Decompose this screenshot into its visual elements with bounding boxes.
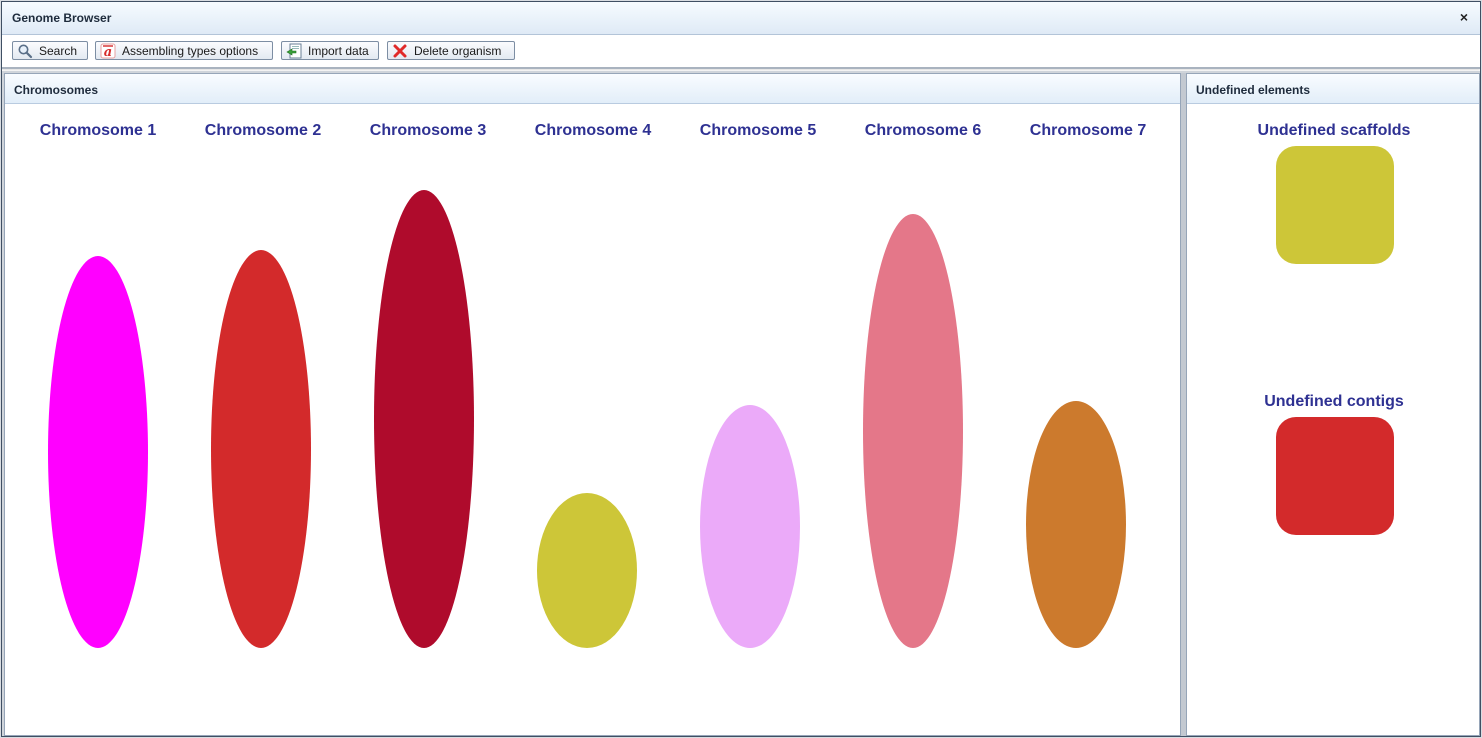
magnifier-icon bbox=[17, 43, 33, 59]
content-area: Chromosomes Chromosome 1 Chromosome 2 Ch… bbox=[2, 71, 1480, 736]
chromosome-1-shape[interactable] bbox=[48, 256, 148, 648]
assembling-types-options-label: Assembling types options bbox=[122, 43, 259, 58]
undefined-scaffolds-box[interactable] bbox=[1276, 146, 1394, 264]
chromosomes-panel: Chromosomes Chromosome 1 Chromosome 2 Ch… bbox=[4, 73, 1181, 736]
chromosome-1-label[interactable]: Chromosome 1 bbox=[23, 122, 173, 140]
undefined-scaffolds-label[interactable]: Undefined scaffolds bbox=[1187, 122, 1480, 140]
chromosome-3-label[interactable]: Chromosome 3 bbox=[353, 122, 503, 140]
delete-icon bbox=[392, 43, 408, 59]
genome-browser-window: Genome Browser × Search a Assembling typ… bbox=[1, 1, 1481, 737]
search-button-label: Search bbox=[39, 43, 78, 58]
toolbar: Search a Assembling types options Import… bbox=[2, 35, 1480, 69]
chromosome-4-label[interactable]: Chromosome 4 bbox=[518, 122, 668, 140]
title-bar[interactable]: Genome Browser × bbox=[2, 2, 1480, 35]
import-data-button[interactable]: Import data bbox=[281, 41, 379, 60]
chromosome-2-shape[interactable] bbox=[211, 250, 311, 648]
assembling-types-options-button[interactable]: a Assembling types options bbox=[95, 41, 273, 60]
undefined-elements-panel: Undefined elements Undefined scaffolds U… bbox=[1186, 73, 1480, 736]
undefined-contigs-box[interactable] bbox=[1276, 417, 1394, 535]
chromosome-2-label[interactable]: Chromosome 2 bbox=[188, 122, 338, 140]
delete-organism-label: Delete organism bbox=[414, 43, 502, 58]
chromosome-6-label[interactable]: Chromosome 6 bbox=[848, 122, 998, 140]
chromosome-3-shape[interactable] bbox=[374, 190, 474, 648]
delete-organism-button[interactable]: Delete organism bbox=[387, 41, 515, 60]
svg-text:a: a bbox=[104, 45, 112, 59]
chromosome-5-label[interactable]: Chromosome 5 bbox=[683, 122, 833, 140]
assembling-types-icon: a bbox=[100, 43, 116, 60]
chromosome-7-label[interactable]: Chromosome 7 bbox=[1013, 122, 1163, 140]
window-title: Genome Browser bbox=[12, 11, 112, 25]
chromosome-5-shape[interactable] bbox=[700, 405, 800, 648]
undefined-elements-panel-title: Undefined elements bbox=[1187, 74, 1479, 104]
chromosome-4-shape[interactable] bbox=[537, 493, 637, 648]
import-data-label: Import data bbox=[308, 43, 369, 58]
close-icon[interactable]: × bbox=[1456, 8, 1472, 26]
chromosome-6-shape[interactable] bbox=[863, 214, 963, 648]
undefined-contigs-label[interactable]: Undefined contigs bbox=[1187, 393, 1480, 411]
chromosome-7-shape[interactable] bbox=[1026, 401, 1126, 648]
import-icon bbox=[286, 43, 302, 59]
chromosomes-panel-title: Chromosomes bbox=[5, 74, 1180, 104]
search-button[interactable]: Search bbox=[12, 41, 88, 60]
